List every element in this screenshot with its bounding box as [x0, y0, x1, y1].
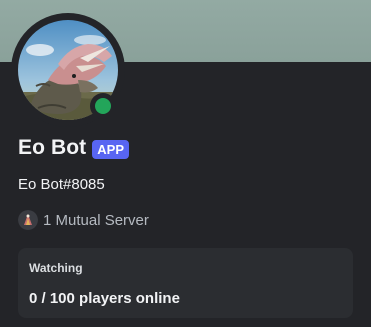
user-profile-card: Eo Bot APP Eo Bot#8085 1 Mutual Server W… — [0, 0, 371, 327]
mutual-servers-link[interactable]: 1 Mutual Server — [18, 210, 149, 230]
activity-text: 0 / 100 players online — [29, 290, 180, 307]
username: Eo Bot#8085 — [18, 176, 105, 193]
display-name: Eo Bot — [18, 136, 87, 159]
app-badge: APP — [92, 139, 129, 159]
server-icon — [18, 210, 38, 230]
mutual-servers-label: 1 Mutual Server — [43, 211, 149, 229]
activity-card: Watching 0 / 100 players online — [18, 248, 353, 318]
name-row: Eo Bot APP — [18, 136, 129, 160]
online-status-icon — [95, 98, 111, 114]
activity-header: Watching — [29, 261, 83, 275]
